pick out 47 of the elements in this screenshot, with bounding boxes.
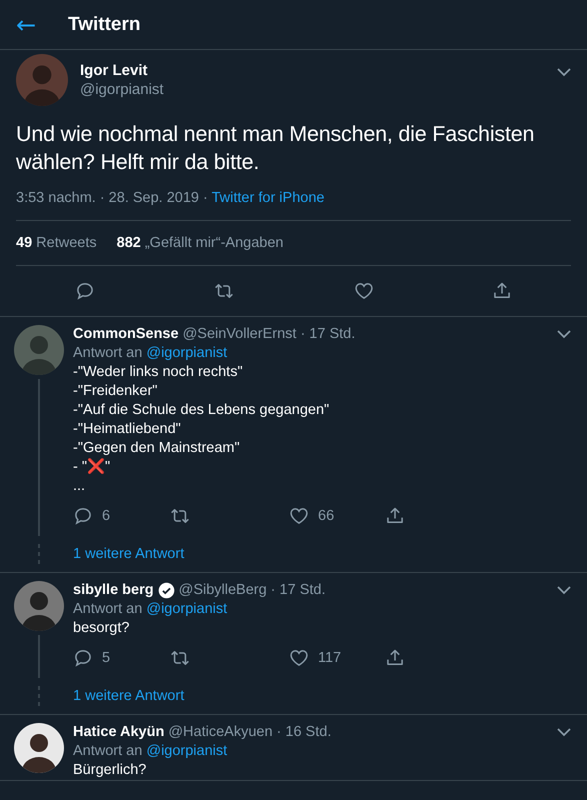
retweet-icon[interactable] [213, 281, 236, 301]
chevron-icon[interactable] [557, 68, 571, 77]
chevron-icon[interactable] [557, 728, 571, 737]
reply-to-label: Antwort an @igorpianist [73, 344, 228, 363]
user-name[interactable]: CommonSense [73, 325, 179, 344]
user-handle[interactable]: @SibylleBerg · 17 Std. [178, 581, 553, 600]
user-handle[interactable]: @igorpianist [80, 81, 545, 98]
heart-icon[interactable] [354, 281, 374, 301]
share-icon[interactable] [492, 281, 512, 301]
more-replies-link[interactable]: 1 weitere Antwort [73, 546, 184, 562]
mention-link[interactable]: @igorpianist [146, 743, 228, 759]
reply-count: 5 [102, 648, 110, 668]
retweet-icon[interactable] [169, 506, 191, 526]
comment-icon[interactable] [73, 648, 93, 668]
reply-text: Bürgerlich? [73, 761, 148, 780]
reply-to-label: Antwort an @igorpianist [73, 600, 228, 619]
reply-to-label: Antwort an @igorpianist [73, 742, 228, 761]
user-handle[interactable]: @SeinVollerErnst · 17 Std. [182, 325, 553, 344]
comment-icon[interactable] [75, 281, 96, 301]
share-icon[interactable] [385, 648, 405, 668]
back-button[interactable]: ← [16, 10, 52, 38]
like-count: 117 [318, 648, 342, 668]
reply-text: besorgt? [73, 619, 130, 638]
reply-count: 6 [102, 506, 110, 526]
mention-link[interactable]: @igorpianist [146, 345, 228, 361]
page-title: Twittern [68, 14, 140, 36]
like-count[interactable]: 882 „Gefällt mir“-Angaben [116, 235, 284, 251]
heart-icon[interactable] [289, 648, 309, 668]
retweet-count[interactable]: 49 Retweets [16, 235, 97, 251]
tweet-text: Und wie nochmal nennt man Menschen, die Faschisten wählen? Helft mir da bitte. [16, 121, 536, 176]
like-count: 66 [318, 506, 334, 526]
more-replies-link[interactable]: 1 weitere Antwort [73, 688, 184, 704]
chevron-icon[interactable] [557, 330, 571, 339]
retweet-icon[interactable] [169, 648, 191, 668]
heart-icon[interactable] [289, 506, 309, 526]
avatar[interactable] [14, 723, 64, 773]
tweet-timestamp: 3:53 nachm. · 28. Sep. 2019 · [16, 190, 208, 206]
user-name[interactable]: Igor Levit [80, 62, 545, 79]
reply-text: -"Weder links noch rechts" -"Freidenker" -"Auf die Schule des Lebens gegangen" -"Heimatliebend" -"Gegen den Mainstream" - "❌" ... [73, 363, 330, 496]
chevron-icon[interactable] [557, 586, 571, 595]
share-icon[interactable] [385, 506, 405, 526]
mention-link[interactable]: @igorpianist [146, 601, 228, 617]
source-link[interactable]: Twitter for iPhone [212, 190, 324, 206]
user-handle[interactable]: @HaticeAkyuen · 16 Std. [168, 723, 553, 742]
comment-icon[interactable] [73, 506, 93, 526]
user-name[interactable]: Hatice Akyün [73, 723, 164, 742]
user-name[interactable]: sibylle berg [73, 581, 154, 600]
